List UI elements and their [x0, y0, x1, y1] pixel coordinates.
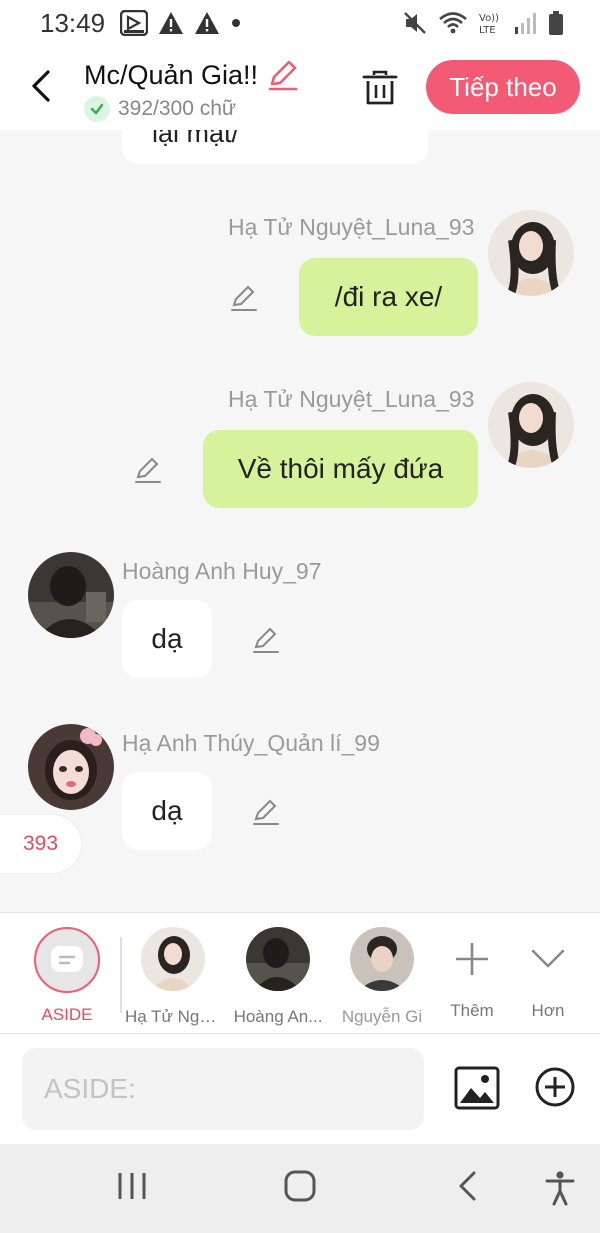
character-aside[interactable]: ASIDE: [19, 927, 115, 1025]
message-input[interactable]: [22, 1048, 424, 1130]
character-name: Nguyễn Gi: [341, 1007, 423, 1026]
message-text: lại mặt/: [152, 130, 240, 148]
screen-record-icon: [120, 10, 148, 36]
recent-apps-button[interactable]: [116, 1170, 148, 1207]
home-button[interactable]: [284, 1170, 316, 1207]
character-item[interactable]: Nguyễn Gi: [334, 927, 430, 1027]
chat-title[interactable]: Mc/Quản Gia!!: [84, 58, 300, 92]
more-options-button[interactable]: [534, 1066, 576, 1108]
plus-circle-icon: [535, 1067, 575, 1107]
avatar: [350, 927, 414, 991]
next-button[interactable]: Tiếp theo: [426, 60, 580, 114]
battery-icon: [548, 10, 564, 36]
avatar: [246, 927, 310, 991]
avatar: [141, 927, 205, 991]
pencil-icon: [135, 457, 161, 483]
message-bubble[interactable]: dạ: [122, 772, 212, 850]
message-text: dạ: [151, 623, 183, 654]
pencil-icon[interactable]: [266, 58, 300, 92]
message-bubble[interactable]: Về thôi mấy đứa: [203, 430, 478, 508]
word-count: 392/300 chữ: [84, 96, 236, 122]
avatar[interactable]: [488, 382, 574, 468]
dot-icon: [230, 17, 242, 29]
message-text: dạ: [151, 795, 183, 826]
home-icon: [284, 1170, 316, 1202]
character-item[interactable]: Hạ Tử Ngu...: [125, 927, 221, 1027]
chevron-down-icon: [531, 949, 565, 968]
trash-icon: [362, 70, 398, 105]
chat-title-text: Mc/Quản Gia!!: [84, 59, 259, 90]
delete-button[interactable]: [360, 68, 400, 108]
message-text: Về thôi mấy đứa: [237, 453, 444, 484]
status-bar: 13:49 Vo)) LTE: [0, 0, 600, 46]
sender-name: Hạ Tử Nguyệt_Luna_93: [228, 214, 475, 240]
expand-characters-label: Hơn: [531, 1001, 565, 1020]
message-text: /đi ra xe/: [334, 281, 443, 312]
mute-icon: [402, 10, 428, 36]
divider: [120, 937, 122, 1013]
status-time: 13:49: [40, 8, 106, 38]
message-counter-badge[interactable]: 393: [0, 814, 82, 874]
image-icon: [454, 1066, 500, 1110]
system-back-button[interactable]: [456, 1170, 480, 1207]
signal-icon: [514, 11, 538, 35]
edit-message-button[interactable]: [133, 455, 163, 485]
recents-icon: [118, 1173, 146, 1199]
expand-characters-button[interactable]: Hơn: [500, 927, 596, 1021]
system-nav-bar: [0, 1144, 600, 1233]
avatar[interactable]: [28, 724, 114, 810]
avatar[interactable]: [28, 552, 114, 638]
volte-icon: Vo)) LTE: [478, 10, 504, 36]
chat-bubble-icon: [51, 946, 83, 972]
edit-message-button[interactable]: [251, 625, 281, 655]
sender-name: Hạ Anh Thúy_Quản lí_99: [122, 730, 380, 756]
attach-image-button[interactable]: [454, 1066, 500, 1110]
warning-icon: [158, 11, 184, 35]
warning-icon: [194, 11, 220, 35]
svg-text:Vo)): Vo)): [479, 13, 499, 24]
character-item[interactable]: Hoàng An...: [230, 927, 326, 1027]
wifi-icon: [438, 10, 468, 36]
sender-name: Hạ Tử Nguyệt_Luna_93: [228, 386, 475, 412]
plus-icon: [456, 943, 488, 975]
pencil-icon: [231, 285, 257, 311]
character-selector: ASIDE Hạ Tử Ngu... Hoàng An... Nguyễn Gi…: [0, 912, 600, 1034]
character-name: ASIDE: [41, 1005, 93, 1024]
check-icon: [84, 96, 110, 122]
accessibility-icon: [545, 1171, 575, 1206]
character-name: Hoàng An...: [233, 1007, 323, 1026]
chevron-left-icon: [32, 70, 50, 102]
edit-message-button[interactable]: [229, 283, 259, 313]
edit-message-button[interactable]: [251, 797, 281, 827]
app-header: Mc/Quản Gia!! 392/300 chữ Tiếp theo: [0, 46, 600, 130]
aside-avatar: [34, 927, 100, 993]
word-count-text: 392/300 chữ: [118, 97, 236, 120]
avatar[interactable]: [488, 210, 574, 296]
accessibility-button[interactable]: [544, 1170, 576, 1211]
message-bubble[interactable]: /đi ra xe/: [299, 258, 478, 336]
sender-name: Hoàng Anh Huy_97: [122, 558, 322, 584]
back-arrow-icon: [459, 1171, 476, 1201]
pencil-icon: [253, 799, 279, 825]
back-button[interactable]: [26, 64, 58, 108]
svg-text:LTE: LTE: [479, 25, 496, 36]
message-bubble[interactable]: lại mặt/: [122, 130, 428, 164]
chat-area[interactable]: lại mặt/ Hạ Tử Nguyệt_Luna_93 /đi ra xe/…: [0, 130, 600, 912]
message-bubble[interactable]: dạ: [122, 600, 212, 678]
pencil-icon: [253, 627, 279, 653]
character-name: Hạ Tử Ngu...: [125, 1007, 221, 1026]
composer: [0, 1034, 600, 1144]
